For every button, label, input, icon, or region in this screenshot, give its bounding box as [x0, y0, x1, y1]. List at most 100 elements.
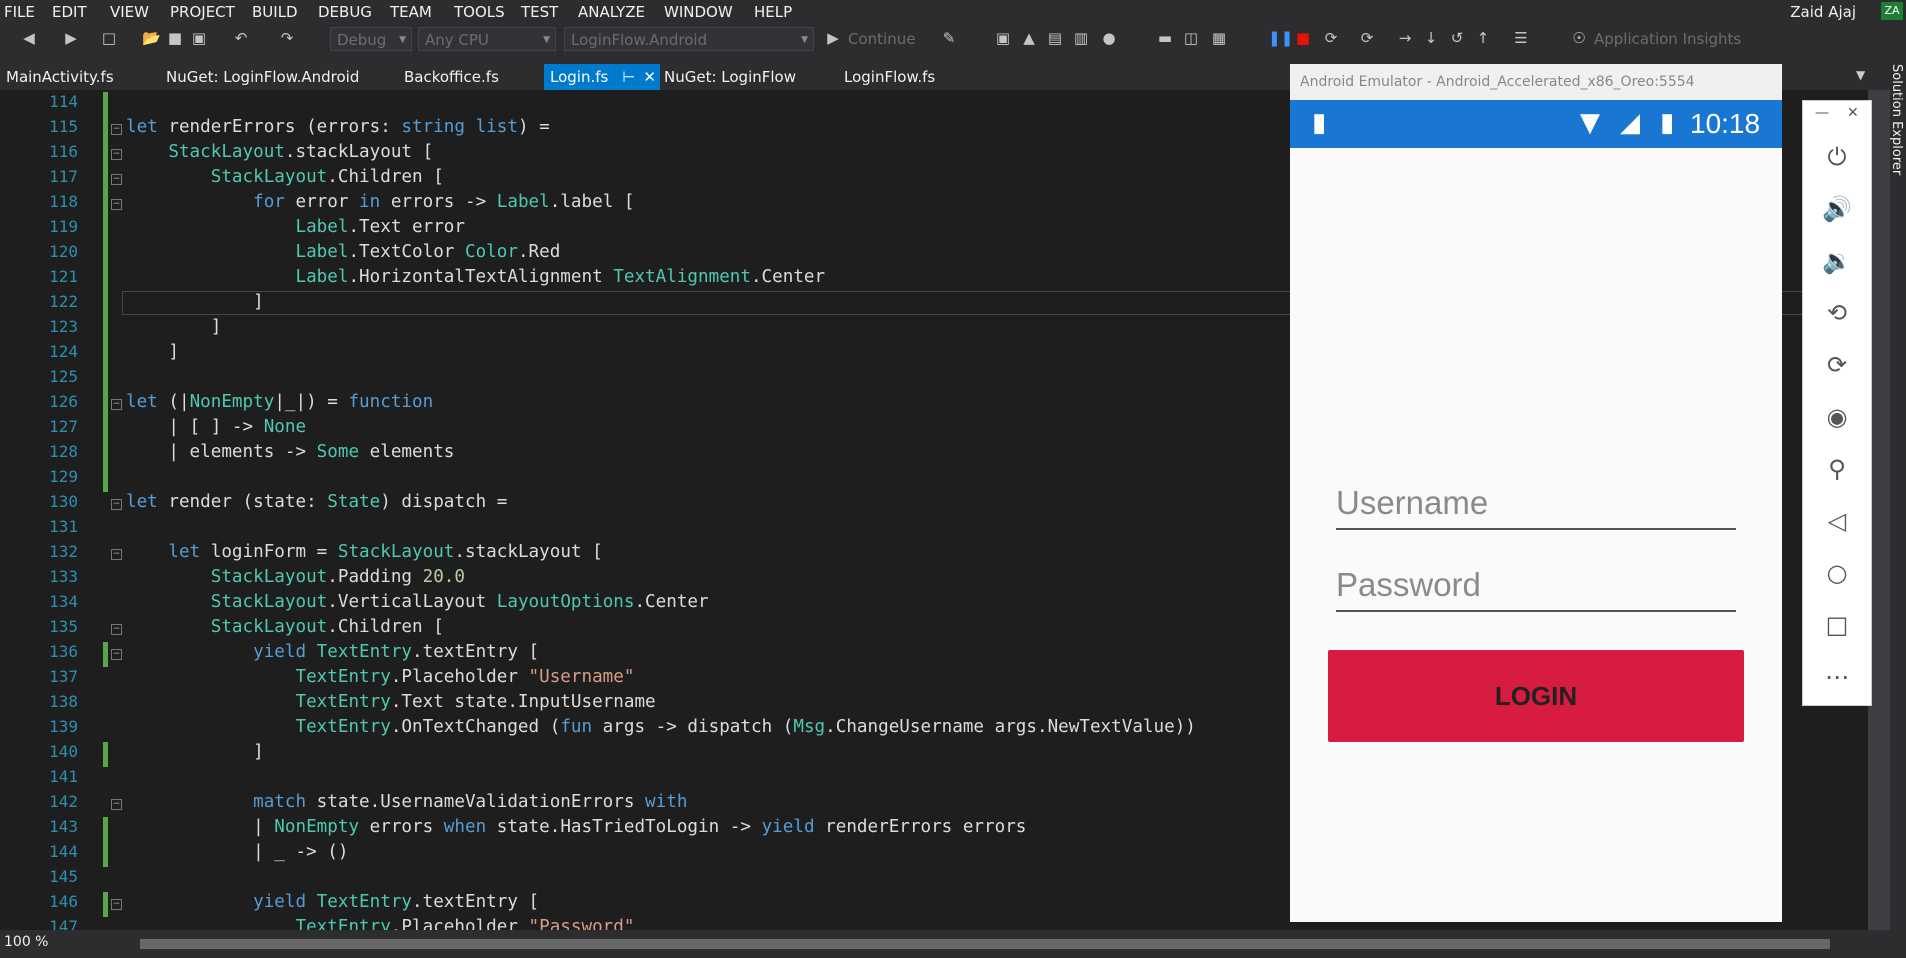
startup-project-select[interactable]: LoginFlow.Android ▼: [564, 27, 814, 51]
image-icon[interactable]: ▤: [1046, 29, 1064, 47]
rotate-right-icon[interactable]: ⟳: [1803, 351, 1871, 379]
save-icon[interactable]: ■: [166, 29, 184, 47]
menu-debug[interactable]: DEBUG: [318, 3, 372, 21]
user-name[interactable]: Zaid Ajaj: [1790, 3, 1856, 21]
code-line[interactable]: ]: [126, 317, 222, 337]
hex-icon[interactable]: ☰: [1512, 29, 1530, 47]
save-all-icon[interactable]: ▣: [190, 29, 208, 47]
split-icon[interactable]: ◫: [1182, 29, 1200, 47]
minimize-icon[interactable]: —: [1815, 105, 1829, 121]
continue-button[interactable]: Continue: [848, 30, 915, 48]
menu-file[interactable]: FILE: [4, 3, 35, 21]
menu-team[interactable]: TEAM: [390, 3, 432, 21]
step-into-icon[interactable]: ↓: [1422, 29, 1440, 47]
code-line[interactable]: yield TextEntry.textEntry [: [126, 892, 539, 912]
code-line[interactable]: | [ ] -> None: [126, 417, 306, 437]
code-line[interactable]: ]: [126, 342, 179, 362]
code-line[interactable]: StackLayout.VerticalLayout LayoutOptions…: [126, 592, 709, 612]
avatar[interactable]: ZA: [1881, 2, 1903, 20]
code-line[interactable]: let loginForm = StackLayout.stackLayout …: [126, 542, 602, 562]
code-line[interactable]: Label.Text error: [126, 217, 465, 237]
code-line[interactable]: let render (state: State) dispatch =: [126, 492, 507, 512]
robot-icon[interactable]: ▲: [1020, 29, 1038, 47]
new-project-icon[interactable]: □: [100, 29, 118, 47]
tab-backoffice[interactable]: Backoffice.fs: [398, 64, 505, 90]
close-icon[interactable]: ✕: [643, 68, 656, 86]
forward-icon[interactable]: ▶: [62, 29, 80, 47]
configuration-select[interactable]: Debug ▼: [330, 27, 412, 51]
back-icon[interactable]: ◁: [1803, 507, 1871, 535]
application-insights-button[interactable]: Application Insights: [1594, 30, 1741, 48]
code-line[interactable]: StackLayout.Children [: [126, 617, 444, 637]
menu-build[interactable]: BUILD: [252, 3, 298, 21]
code-line[interactable]: Label.TextColor Color.Red: [126, 242, 560, 262]
more-icon[interactable]: ⋯: [1803, 663, 1871, 691]
solution-explorer-tab[interactable]: Solution Explorer: [1888, 64, 1906, 184]
lightbulb-icon[interactable]: ☉: [1570, 29, 1588, 47]
fold-toggle-icon[interactable]: −: [111, 799, 122, 810]
code-line[interactable]: Label.HorizontalTextAlignment TextAlignm…: [126, 267, 825, 287]
code-line[interactable]: | elements -> Some elements: [126, 442, 454, 462]
volume-up-icon[interactable]: 🔊: [1803, 195, 1871, 223]
tab-login[interactable]: Login.fs ⊢ ✕: [544, 64, 660, 90]
code-line[interactable]: match state.UsernameValidationErrors wit…: [126, 792, 687, 812]
fold-toggle-icon[interactable]: −: [111, 199, 122, 210]
code-line[interactable]: StackLayout.Padding 20.0: [126, 567, 465, 587]
menu-project[interactable]: PROJECT: [170, 3, 235, 21]
fold-toggle-icon[interactable]: −: [111, 624, 122, 635]
code-line[interactable]: TextEntry.Placeholder "Password": [126, 917, 634, 930]
overview-icon[interactable]: □: [1803, 611, 1871, 639]
username-input[interactable]: Username: [1336, 484, 1736, 530]
code-line[interactable]: | NonEmpty errors when state.HasTriedToL…: [126, 817, 1026, 837]
close-icon[interactable]: ✕: [1847, 105, 1859, 121]
camera-icon[interactable]: ◉: [1803, 403, 1871, 431]
menu-edit[interactable]: EDIT: [52, 3, 87, 21]
tab-mainactivity[interactable]: MainActivity.fs: [0, 64, 120, 90]
code-line[interactable]: StackLayout.stackLayout [: [126, 142, 433, 162]
code-line[interactable]: TextEntry.Placeholder "Username": [126, 667, 634, 687]
undo-icon[interactable]: ↶: [232, 29, 250, 47]
fold-toggle-icon[interactable]: −: [111, 899, 122, 910]
menu-view[interactable]: VIEW: [110, 3, 149, 21]
globe-icon[interactable]: ●: [1100, 29, 1118, 47]
device-icon[interactable]: ▣: [994, 29, 1012, 47]
tab-nuget-loginflow[interactable]: NuGet: LoginFlow: [658, 64, 802, 90]
restart-icon[interactable]: ⟳: [1322, 29, 1340, 47]
code-line[interactable]: TextEntry.Text state.InputUsername: [126, 692, 655, 712]
pause-icon[interactable]: ❚❚: [1268, 29, 1293, 47]
fold-toggle-icon[interactable]: −: [111, 124, 122, 135]
code-line[interactable]: for error in errors -> Label.label [: [126, 192, 634, 212]
fold-toggle-icon[interactable]: −: [111, 499, 122, 510]
power-icon[interactable]: ⏻: [1803, 143, 1871, 171]
play-icon[interactable]: ▶: [824, 29, 842, 47]
locals-icon[interactable]: ✎: [940, 29, 958, 47]
menu-help[interactable]: HELP: [754, 3, 792, 21]
tab-nuget-loginflow-android[interactable]: NuGet: LoginFlow.Android: [160, 64, 365, 90]
code-line[interactable]: yield TextEntry.textEntry [: [126, 642, 539, 662]
fold-toggle-icon[interactable]: −: [111, 149, 122, 160]
redo-icon[interactable]: ↷: [278, 29, 296, 47]
bars-icon[interactable]: ▦: [1210, 29, 1228, 47]
monitor-icon[interactable]: ▬: [1156, 29, 1174, 47]
volume-down-icon[interactable]: 🔉: [1803, 247, 1871, 275]
layout-icon[interactable]: ▥: [1072, 29, 1090, 47]
platform-select[interactable]: Any CPU ▼: [418, 27, 556, 51]
open-icon[interactable]: 📂: [142, 29, 161, 47]
fold-toggle-icon[interactable]: −: [111, 649, 122, 660]
code-line[interactable]: ]: [126, 742, 264, 762]
code-line[interactable]: StackLayout.Children [: [126, 167, 444, 187]
tab-loginflow[interactable]: LoginFlow.fs: [838, 64, 941, 90]
fold-toggle-icon[interactable]: −: [111, 549, 122, 560]
tab-overflow-icon[interactable]: ▼: [1856, 68, 1865, 82]
back-icon[interactable]: ◀: [20, 29, 38, 47]
rotate-left-icon[interactable]: ⟲: [1803, 299, 1871, 327]
fold-toggle-icon[interactable]: −: [111, 399, 122, 410]
menu-window[interactable]: WINDOW: [664, 3, 733, 21]
zoom-icon[interactable]: ⚲: [1803, 455, 1871, 483]
menu-analyze[interactable]: ANALYZE: [578, 3, 645, 21]
code-line[interactable]: let renderErrors (errors: string list) =: [126, 117, 550, 137]
code-line[interactable]: | _ -> (): [126, 842, 348, 862]
step-out-icon[interactable]: ↑: [1474, 29, 1492, 47]
login-button[interactable]: LOGIN: [1328, 650, 1744, 742]
menu-test[interactable]: TEST: [521, 3, 558, 21]
